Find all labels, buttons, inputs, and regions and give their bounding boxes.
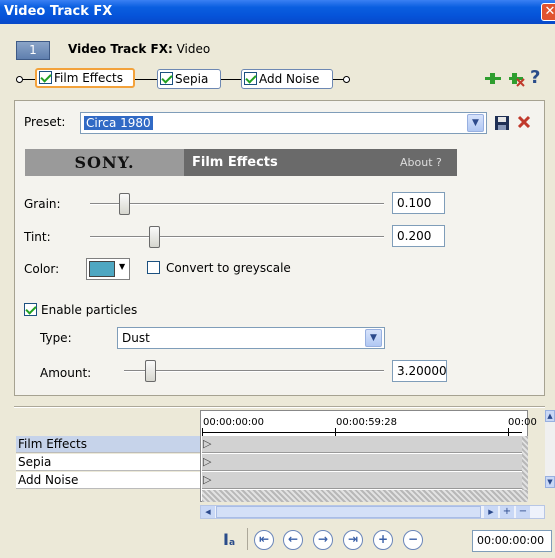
- fx-header-target: Video: [172, 42, 211, 56]
- tint-label: Tint:: [24, 230, 51, 244]
- keyframe-lane[interactable]: [202, 472, 522, 489]
- chain-item-label: Sepia: [175, 72, 209, 86]
- save-preset-icon[interactable]: [494, 115, 510, 131]
- add-keyframe-icon[interactable]: +: [373, 530, 393, 550]
- preset-label: Preset:: [24, 115, 66, 129]
- chain-item-label: Add Noise: [259, 72, 320, 86]
- fx-header-title: Video Track FX: Video: [68, 42, 210, 56]
- first-keyframe-icon[interactable]: ⇤: [254, 530, 274, 550]
- previous-keyframe-icon[interactable]: ←: [283, 530, 303, 550]
- remove-plugin-icon[interactable]: [508, 71, 526, 87]
- chain-connector: [135, 79, 157, 80]
- time-marker: 00:00:00:00: [203, 417, 265, 428]
- keyframe-marker[interactable]: ▷: [203, 437, 211, 450]
- grain-label: Grain:: [24, 197, 61, 211]
- color-label: Color:: [24, 262, 60, 276]
- time-marker: 00:00: [508, 417, 537, 428]
- scroll-thumb[interactable]: [216, 506, 481, 518]
- grain-slider-track[interactable]: [90, 203, 384, 205]
- enable-particles-checkbox[interactable]: [24, 303, 37, 316]
- next-keyframe-icon[interactable]: →: [313, 530, 333, 550]
- color-dropdown-arrow-icon[interactable]: ▼: [119, 262, 125, 271]
- list-item[interactable]: Add Noise: [16, 472, 202, 489]
- scroll-up-icon[interactable]: ▲: [545, 410, 555, 422]
- timeline-end-region: [522, 436, 528, 490]
- chain-connector: [221, 79, 241, 80]
- color-picker[interactable]: ▼: [86, 258, 130, 280]
- timeline-empty-region: [202, 490, 528, 502]
- splitter[interactable]: [14, 406, 545, 408]
- chain-end-knot: [343, 76, 350, 83]
- track-number-badge[interactable]: 1: [16, 41, 50, 60]
- sony-logo: SONY.: [25, 149, 184, 176]
- tint-value-field[interactable]: 0.200: [392, 225, 445, 247]
- greyscale-option[interactable]: Convert to greyscale: [147, 261, 291, 275]
- list-item[interactable]: Sepia: [16, 454, 202, 471]
- last-keyframe-icon[interactable]: ⇥: [343, 530, 363, 550]
- time-marker: 00:00:59:28: [336, 417, 398, 428]
- preset-value: Circa 1980: [84, 116, 153, 130]
- keyframe-marker[interactable]: ▷: [203, 473, 211, 486]
- color-swatch: [89, 261, 115, 277]
- grain-slider-thumb[interactable]: [119, 193, 131, 215]
- fx-panel: [14, 100, 545, 396]
- greyscale-label: Convert to greyscale: [166, 261, 291, 275]
- checkbox-add-noise[interactable]: [244, 72, 257, 85]
- chevron-down-icon[interactable]: ▼: [365, 329, 382, 347]
- current-time-field[interactable]: 00:00:00:00: [472, 530, 552, 552]
- checkbox-film-effects[interactable]: [39, 71, 52, 84]
- tint-slider-thumb[interactable]: [148, 226, 160, 248]
- chain-connector: [23, 79, 35, 80]
- ruler-line: [202, 432, 522, 433]
- amount-slider-track[interactable]: [124, 370, 384, 372]
- window-title: Video Track FX: [4, 4, 113, 19]
- fx-header-bold: Video Track FX:: [68, 42, 173, 56]
- chain-item-sepia[interactable]: Sepia: [157, 69, 221, 89]
- amount-value-field[interactable]: 3.20000: [392, 360, 447, 382]
- scroll-right-icon[interactable]: ▶: [484, 506, 498, 518]
- checkbox-sepia[interactable]: [160, 72, 173, 85]
- chain-item-label: Film Effects: [54, 71, 123, 85]
- plugin-name: Film Effects: [192, 155, 278, 170]
- grain-value-field[interactable]: 0.100: [392, 192, 445, 214]
- scroll-left-icon[interactable]: ◀: [201, 506, 215, 518]
- amount-slider-thumb[interactable]: [144, 360, 156, 382]
- keyframe-lane[interactable]: [202, 436, 522, 453]
- type-label: Type:: [40, 331, 72, 345]
- scroll-down-icon[interactable]: ▼: [545, 476, 555, 488]
- tint-slider-track[interactable]: [90, 236, 384, 238]
- preset-dropdown[interactable]: Circa 1980 ▼: [80, 112, 487, 134]
- delete-preset-icon[interactable]: [517, 115, 531, 129]
- zoom-in-icon[interactable]: +: [500, 506, 514, 518]
- chain-start-knot: [16, 76, 23, 83]
- amount-label: Amount:: [40, 366, 92, 380]
- chain-item-add-noise[interactable]: Add Noise: [241, 69, 333, 89]
- chain-item-film-effects[interactable]: Film Effects: [35, 68, 135, 88]
- help-icon[interactable]: ?: [530, 67, 540, 88]
- type-value: Dust: [122, 331, 150, 345]
- keyframe-lane[interactable]: [202, 454, 522, 471]
- enable-particles-label: Enable particles: [41, 303, 138, 317]
- type-dropdown[interactable]: Dust ▼: [117, 327, 385, 349]
- keyframe-marker[interactable]: ▷: [203, 455, 211, 468]
- toolbar-divider: [247, 528, 248, 550]
- chain-connector: [333, 79, 343, 80]
- greyscale-checkbox[interactable]: [147, 261, 160, 274]
- close-icon[interactable]: ✕: [541, 3, 555, 21]
- zoom-out-icon[interactable]: −: [516, 506, 530, 518]
- about-button[interactable]: About ?: [400, 156, 442, 169]
- list-item[interactable]: Film Effects: [16, 436, 202, 453]
- enable-particles-option[interactable]: Enable particles: [24, 303, 137, 317]
- window-titlebar: Video Track FX: [0, 0, 555, 24]
- grain-label-text: Grain:: [24, 197, 61, 211]
- tint-label-text: Tint:: [24, 230, 51, 244]
- delete-keyframe-icon[interactable]: −: [403, 530, 423, 550]
- plugin-chain-icon[interactable]: [484, 71, 502, 87]
- lock-envelope-icon[interactable]: Ia: [223, 530, 235, 549]
- chevron-down-icon[interactable]: ▼: [467, 114, 484, 132]
